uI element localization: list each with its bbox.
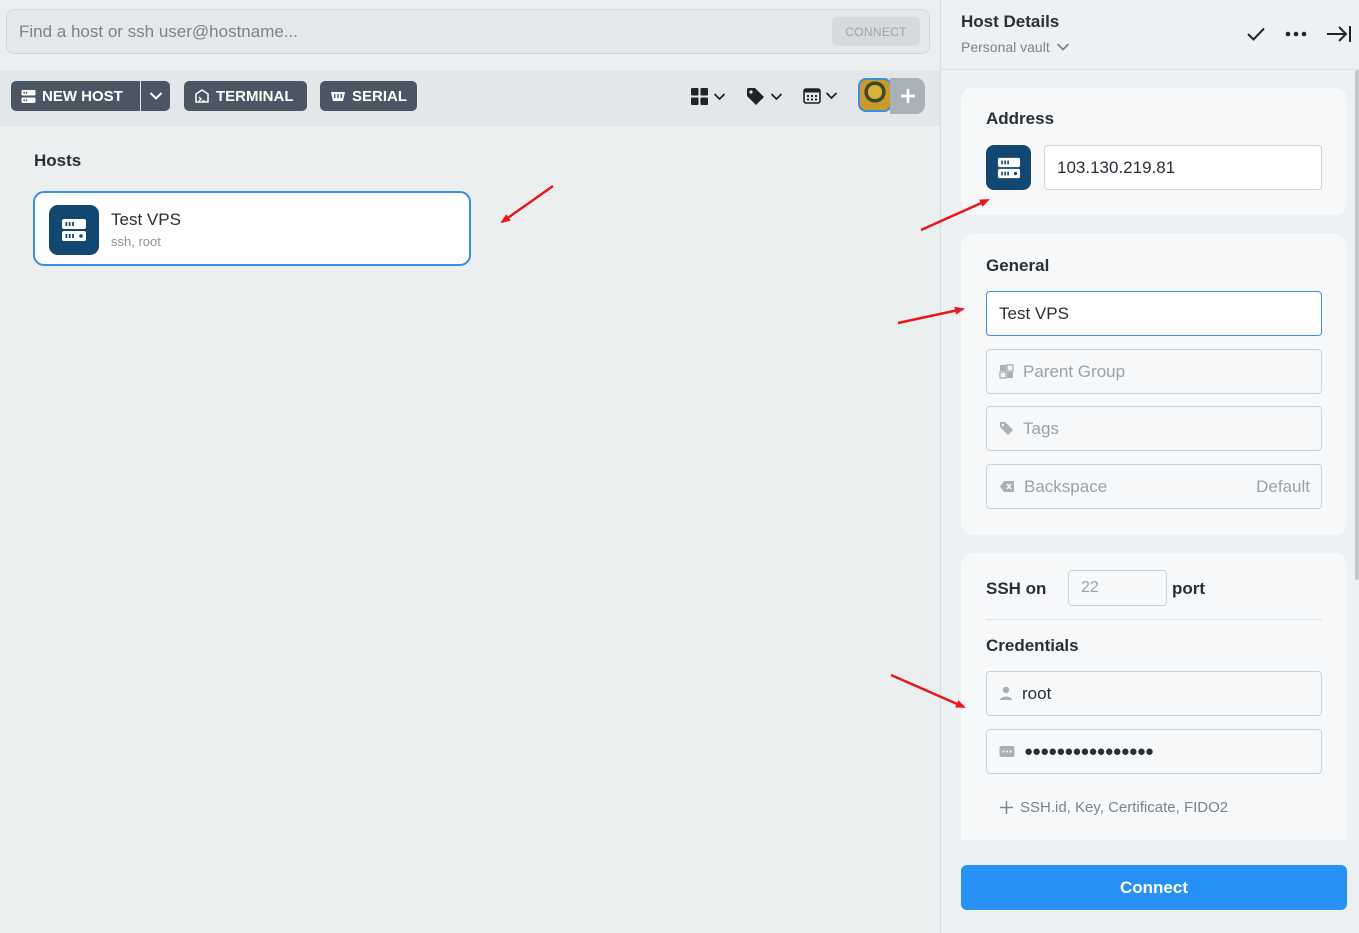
host-card[interactable]: Test VPS ssh, root — [33, 191, 471, 266]
details-header: Host Details Personal vault — [941, 0, 1359, 70]
terminal-button[interactable]: TERMINAL — [184, 81, 307, 111]
connect-button[interactable]: Connect — [961, 865, 1347, 910]
server-icon — [21, 89, 36, 103]
credentials-label: Credentials — [986, 636, 1079, 655]
new-host-button[interactable]: NEW HOST — [11, 81, 140, 111]
password-icon — [999, 746, 1015, 757]
plus-icon — [900, 89, 915, 103]
host-name: Test VPS — [111, 210, 181, 229]
user-avatar[interactable] — [858, 78, 892, 112]
more-options-button[interactable] — [1283, 22, 1309, 46]
password-field[interactable]: ●●●●●●●●●●●●●●●● — [986, 729, 1322, 774]
backspace-icon — [1000, 481, 1014, 492]
chevron-down-icon — [770, 93, 783, 101]
address-value: 103.130.219.81 — [1057, 157, 1176, 177]
more-icon — [1285, 31, 1307, 37]
scrollbar[interactable] — [1355, 70, 1359, 580]
plus-icon — [1000, 801, 1013, 814]
chevron-down-icon — [825, 92, 838, 100]
tag-icon — [747, 88, 764, 105]
tag-filter[interactable] — [746, 87, 783, 106]
username-value: root — [1022, 683, 1052, 703]
parent-group-placeholder: Parent Group — [1023, 361, 1126, 381]
new-host-label: NEW HOST — [42, 87, 123, 105]
toolbar: NEW HOST TERMINAL SERIAL — [0, 70, 940, 126]
port-input[interactable]: 22 — [1068, 570, 1167, 606]
tag-icon — [1000, 422, 1013, 435]
group-icon — [999, 364, 1014, 379]
address-label: Address — [986, 109, 1055, 128]
server-icon — [986, 145, 1031, 190]
general-label: General — [986, 256, 1050, 275]
add-credential-label: SSH.id, Key, Certificate, FIDO2 — [1020, 799, 1229, 816]
check-icon — [1247, 27, 1265, 41]
user-icon — [1000, 686, 1012, 700]
address-card: Address 103.130.219.81 — [961, 88, 1347, 215]
sort-filter[interactable] — [803, 87, 838, 104]
grid-view-icon — [691, 88, 708, 105]
host-subtitle: ssh, root — [111, 234, 161, 249]
password-mask: ●●●●●●●●●●●●●●●● — [1024, 743, 1154, 760]
new-host-dropdown-button[interactable] — [141, 81, 170, 111]
add-account-button[interactable] — [890, 78, 925, 114]
port-suffix: port — [1172, 579, 1206, 598]
save-button[interactable] — [1244, 22, 1268, 46]
vault-label: Personal vault — [961, 39, 1050, 55]
chevron-down-icon — [149, 92, 162, 100]
ssh-prefix: SSH on — [986, 579, 1047, 598]
backspace-value: Default — [1256, 476, 1310, 496]
collapse-right-icon — [1327, 26, 1351, 42]
layout-toggle[interactable] — [690, 87, 726, 106]
terminal-label: TERMINAL — [216, 87, 294, 105]
calendar-icon — [803, 88, 821, 104]
ssh-port-row: SSH on — [986, 579, 1046, 599]
label-field[interactable]: Test VPS — [986, 291, 1322, 336]
collapse-panel-button[interactable] — [1325, 22, 1353, 46]
backspace-select[interactable]: Backspace Default — [986, 464, 1322, 509]
hosts-section-title: Hosts — [34, 151, 82, 170]
ssh-card: SSH on 22 port Credentials root ●●●●●●●●… — [961, 553, 1347, 840]
address-field[interactable]: 103.130.219.81 — [1044, 145, 1322, 190]
server-icon — [49, 205, 99, 255]
quick-connect-button[interactable]: CONNECT — [832, 17, 920, 46]
search-input[interactable] — [19, 10, 799, 53]
backspace-label: Backspace — [1024, 476, 1108, 496]
serial-port-icon — [331, 91, 345, 101]
host-details-pane: Host Details Personal vault Address 103.… — [940, 0, 1359, 933]
port-placeholder: 22 — [1081, 579, 1099, 596]
vault-selector[interactable]: Personal vault — [961, 39, 1070, 55]
chevron-down-icon — [1056, 43, 1069, 51]
username-field[interactable]: root — [986, 671, 1322, 716]
terminal-icon — [195, 88, 209, 103]
tags-placeholder: Tags — [1023, 418, 1059, 438]
chevron-down-icon — [713, 93, 726, 101]
divider — [986, 619, 1322, 620]
details-title: Host Details — [961, 12, 1060, 31]
search-bar: CONNECT — [6, 9, 930, 54]
general-card: General Test VPS Parent Group Tags Backs… — [961, 234, 1347, 535]
parent-group-field[interactable]: Parent Group — [986, 349, 1322, 394]
serial-label: SERIAL — [352, 87, 408, 105]
tags-field[interactable]: Tags — [986, 406, 1322, 451]
add-credential-button[interactable]: SSH.id, Key, Certificate, FIDO2 — [999, 799, 1228, 816]
serial-button[interactable]: SERIAL — [320, 81, 417, 111]
label-value: Test VPS — [999, 303, 1069, 323]
hosts-pane: CONNECT NEW HOST TERMINAL SERIAL — [0, 0, 940, 933]
